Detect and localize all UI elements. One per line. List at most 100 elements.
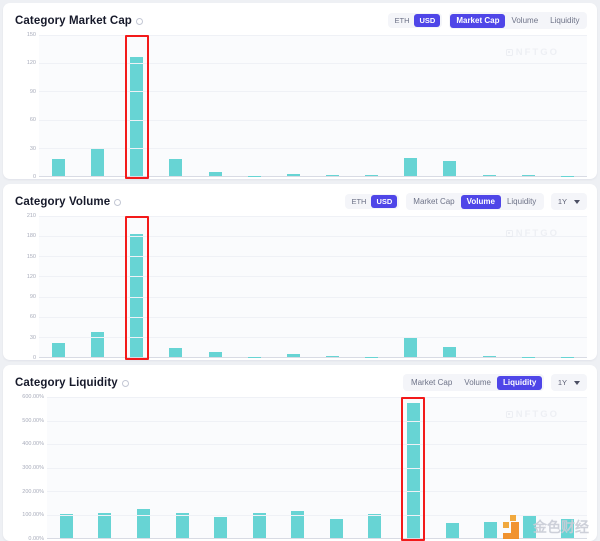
bar[interactable] bbox=[169, 159, 183, 176]
bar-slot[interactable] bbox=[509, 35, 548, 176]
bar-slot[interactable] bbox=[117, 35, 156, 176]
bar-slot[interactable] bbox=[313, 216, 352, 357]
time-range-dropdown[interactable]: 1Y bbox=[550, 374, 587, 391]
bar[interactable] bbox=[368, 514, 382, 538]
gridline bbox=[39, 91, 587, 93]
bar-slot[interactable] bbox=[156, 35, 195, 176]
bar-slot[interactable] bbox=[156, 216, 195, 357]
bar[interactable] bbox=[443, 160, 457, 176]
bar-slot[interactable] bbox=[548, 35, 587, 176]
metric-option-liquidity[interactable]: Liquidity bbox=[501, 195, 542, 209]
card-category-liquidity: Category Liquidity Market Cap Volume Liq… bbox=[3, 365, 597, 541]
currency-option-eth[interactable]: ETH bbox=[346, 195, 371, 208]
bar[interactable] bbox=[59, 514, 73, 538]
bar[interactable] bbox=[286, 354, 300, 357]
x-axis-label: Collectibles bbox=[78, 358, 117, 360]
bar[interactable] bbox=[484, 521, 498, 538]
metric-option-volume[interactable]: Volume bbox=[458, 376, 497, 390]
x-axis: GameCollectiblesPFPArtMetaverseDeFiIPSoc… bbox=[5, 358, 587, 360]
bar-slot[interactable] bbox=[117, 216, 156, 357]
bar-slot[interactable] bbox=[470, 35, 509, 176]
metric-option-volume[interactable]: Volume bbox=[505, 14, 544, 28]
y-axis-tick: 150 bbox=[26, 253, 36, 260]
bar-slot[interactable] bbox=[196, 35, 235, 176]
x-axis-label: Game bbox=[39, 358, 78, 360]
y-axis-tick: 90 bbox=[29, 88, 36, 95]
bar-slot[interactable] bbox=[352, 216, 391, 357]
time-range-dropdown[interactable]: 1Y bbox=[550, 193, 587, 210]
bar[interactable] bbox=[169, 347, 183, 357]
bar-slot[interactable] bbox=[39, 216, 78, 357]
bar[interactable] bbox=[326, 174, 340, 176]
x-axis-label: Domain Name bbox=[470, 177, 509, 179]
metric-option-market-cap[interactable]: Market Cap bbox=[405, 376, 458, 390]
x-axis-label: Social bbox=[313, 177, 352, 179]
y-axis-tick: 210 bbox=[26, 213, 36, 219]
bar-slot[interactable] bbox=[509, 216, 548, 357]
bar-slot[interactable] bbox=[430, 216, 469, 357]
metric-option-liquidity[interactable]: Liquidity bbox=[544, 14, 585, 28]
bar[interactable] bbox=[52, 342, 66, 357]
gridline bbox=[39, 336, 587, 338]
bar-slot[interactable] bbox=[274, 35, 313, 176]
bar[interactable] bbox=[404, 158, 418, 176]
bar-slot[interactable] bbox=[78, 216, 117, 357]
metric-option-market-cap[interactable]: Market Cap bbox=[450, 13, 506, 28]
currency-option-usd[interactable]: USD bbox=[371, 195, 398, 208]
page-title: Category Volume bbox=[15, 196, 122, 208]
bar-slot[interactable] bbox=[235, 216, 274, 357]
info-icon[interactable] bbox=[121, 380, 129, 387]
x-axis-label: Music bbox=[352, 177, 391, 179]
bar[interactable] bbox=[482, 356, 496, 357]
bar-slot[interactable] bbox=[78, 35, 117, 176]
bar[interactable] bbox=[286, 174, 300, 176]
bar[interactable] bbox=[443, 346, 457, 357]
bar[interactable] bbox=[98, 512, 112, 538]
bar-slot[interactable] bbox=[39, 35, 78, 176]
bar-slot[interactable] bbox=[313, 35, 352, 176]
bar[interactable] bbox=[175, 512, 189, 538]
bar-slot[interactable] bbox=[235, 35, 274, 176]
bar[interactable] bbox=[52, 159, 66, 176]
bar[interactable] bbox=[326, 355, 340, 357]
gridline bbox=[39, 63, 587, 65]
chart-area-volume: NFTGO 0306090120150180210 GameCollectibl… bbox=[3, 213, 597, 360]
gridline bbox=[47, 397, 587, 398]
bar[interactable] bbox=[252, 512, 266, 538]
bar-slot[interactable] bbox=[430, 35, 469, 176]
bar[interactable] bbox=[482, 175, 496, 176]
bar[interactable] bbox=[445, 523, 459, 538]
bar[interactable] bbox=[406, 402, 420, 538]
y-axis-tick: 600.00% bbox=[22, 394, 44, 400]
bar[interactable] bbox=[404, 336, 418, 357]
bar[interactable] bbox=[130, 234, 144, 357]
bar[interactable] bbox=[91, 147, 105, 176]
bar[interactable] bbox=[208, 352, 222, 357]
chevron-down-icon bbox=[574, 380, 580, 385]
bar-slot[interactable] bbox=[391, 35, 430, 176]
gridline bbox=[39, 147, 587, 149]
gridline bbox=[47, 491, 587, 492]
bar[interactable] bbox=[365, 175, 379, 176]
info-icon[interactable] bbox=[135, 18, 143, 25]
bar-slot[interactable] bbox=[196, 216, 235, 357]
bar[interactable] bbox=[208, 172, 222, 176]
metric-option-market-cap[interactable]: Market Cap bbox=[407, 195, 460, 209]
info-icon[interactable] bbox=[114, 199, 122, 206]
bar[interactable] bbox=[130, 56, 144, 176]
bar[interactable] bbox=[214, 517, 228, 538]
bar-series bbox=[39, 216, 587, 357]
bar-slot[interactable] bbox=[391, 216, 430, 357]
metric-option-volume[interactable]: Volume bbox=[460, 194, 501, 209]
bar-slot[interactable] bbox=[352, 35, 391, 176]
currency-option-eth[interactable]: ETH bbox=[389, 14, 414, 27]
currency-toggle-group: ETH USD bbox=[344, 193, 399, 210]
currency-option-usd[interactable]: USD bbox=[414, 14, 441, 27]
bar[interactable] bbox=[521, 175, 535, 176]
bar-slot[interactable] bbox=[274, 216, 313, 357]
bar-slot[interactable] bbox=[548, 216, 587, 357]
bar-slot[interactable] bbox=[470, 216, 509, 357]
x-axis-label: PFP bbox=[117, 358, 156, 360]
metric-option-liquidity[interactable]: Liquidity bbox=[496, 375, 543, 390]
bar[interactable] bbox=[329, 518, 343, 538]
